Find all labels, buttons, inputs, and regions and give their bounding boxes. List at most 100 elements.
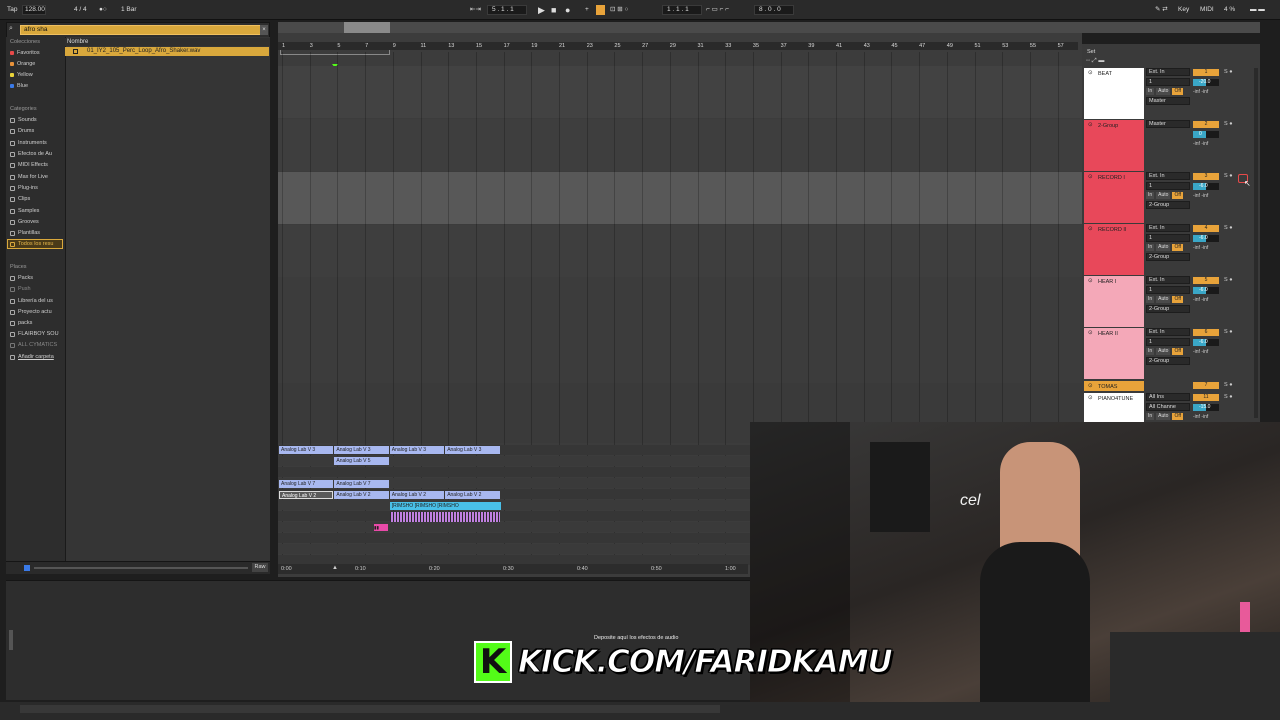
arrangement-lane-beat[interactable] [278,66,1082,118]
solo-arm-buttons[interactable]: S ● [1224,329,1233,335]
time-signature[interactable]: 4 / 4 [74,5,87,15]
loop-icons[interactable]: ⊡ ⊞ ○ [610,5,628,15]
track-fold-icon[interactable]: ⊙ [1088,330,1093,336]
arrangement-lane-hear-ii[interactable] [278,330,1082,382]
track-header[interactable]: RECORD I ⊙ [1084,172,1144,223]
track-fold-icon[interactable]: ⊙ [1088,395,1093,401]
arrangement-clip[interactable]: Analog Lab V 7 [334,480,389,488]
place-packs[interactable]: Packs [10,275,33,281]
track-activator-button[interactable]: 2 [1193,121,1219,128]
arrangement-clip[interactable]: Analog Lab V 2 [389,491,445,499]
output-select[interactable]: 2-Group [1146,305,1190,313]
monitor-auto-button[interactable]: Auto [1156,348,1171,355]
overview-bar[interactable] [278,22,1260,33]
mixer-scrollbar[interactable] [1254,68,1258,418]
raw-toggle[interactable]: Raw [252,563,268,572]
category-samples[interactable]: Samples [10,208,39,214]
track-activator-button[interactable]: 6 [1193,329,1219,336]
input-type-select[interactable]: Ext. In [1146,276,1190,284]
monitor-off-button[interactable]: Off [1172,244,1184,251]
monitor-buttons[interactable]: In Auto Off [1146,296,1190,303]
monitor-auto-button[interactable]: Auto [1156,88,1171,95]
input-type-select[interactable]: Ext. In [1146,328,1190,336]
punch-icons[interactable]: ⌐ ▭ ⌐ ⌐ [706,5,729,15]
monitor-in-button[interactable]: In [1146,88,1155,95]
output-select[interactable]: 2-Group [1146,357,1190,365]
output-select[interactable]: 2-Group [1146,201,1190,209]
arrangement-clip[interactable]: Analog Lab V 2 [445,491,500,499]
monitor-off-button[interactable]: Off [1172,348,1184,355]
solo-arm-buttons[interactable]: S ● [1224,225,1233,231]
arrangement-clip[interactable]: Analog Lab V 3 [389,446,445,454]
solo-arm-buttons[interactable]: S ● [1224,69,1233,75]
volume-slider[interactable]: -20.0 [1193,79,1219,86]
arrangement-clip[interactable]: Analog Lab V 5 [334,457,389,465]
volume-slider[interactable]: 0 [1193,131,1219,138]
rimshot-notes-clip[interactable] [390,512,500,522]
arrangement-clip[interactable]: Analog Lab V 2 [334,491,389,499]
monitor-in-button[interactable]: In [1146,348,1155,355]
input-channel-select[interactable]: 1 [1146,78,1190,86]
category-sounds[interactable]: Sounds [10,117,37,123]
track-header[interactable]: HEAR II ⊙ [1084,328,1144,379]
key-map-button[interactable]: Key [1178,5,1189,15]
solo-arm-buttons[interactable]: S ● [1224,382,1233,388]
category-templates[interactable]: Plantillas [10,230,40,236]
track-activator-button[interactable]: 1 [1193,69,1219,76]
result-row[interactable]: 01_IY2_105_Perc_Loop_Afro_Shaker.wav [65,47,269,56]
monitor-off-button[interactable]: Off [1172,296,1184,303]
tap-button[interactable]: Tap [7,5,17,15]
monitor-auto-button[interactable]: Auto [1156,244,1171,251]
time-ruler[interactable]: 0:00 0:10 0:20 0:30 0:40 0:50 1:00 [278,564,748,574]
track-header[interactable]: TOMAS ⊙ [1084,381,1144,391]
monitor-in-button[interactable]: In [1146,192,1155,199]
overdub-icon[interactable]: + [585,5,589,15]
monitor-buttons[interactable]: In Auto Off [1146,348,1190,355]
category-max-for-live[interactable]: Max for Live [10,174,48,180]
input-type-select[interactable]: Ext. In [1146,68,1190,76]
track-header[interactable]: RECORD II ⊙ [1084,224,1144,275]
collection-orange[interactable]: Orange [10,61,35,67]
input-channel-select[interactable]: 1 [1146,182,1190,190]
output-select[interactable]: Master [1146,97,1190,105]
horizontal-scrollbar[interactable] [20,705,720,713]
solo-arm-buttons[interactable]: S ● [1224,394,1233,400]
collection-favoritos[interactable]: Favoritos [10,50,40,56]
solo-arm-buttons[interactable]: S ● [1224,173,1233,179]
arrangement-clip[interactable]: Analog Lab V 3 [279,446,334,454]
volume-slider[interactable]: -15.0 [1193,404,1219,411]
input-channel-select[interactable]: 1 [1146,234,1190,242]
place-flairboy[interactable]: FLAIRBOY SOU [10,331,59,337]
midi-map-button[interactable]: MIDI [1200,5,1214,15]
output-select[interactable]: 2-Group [1146,253,1190,261]
track-activator-button[interactable]: 7 [1193,382,1219,389]
draw-mode-icon[interactable]: ✎ ⇄ [1155,5,1168,15]
place-push[interactable]: Push [10,286,31,292]
add-folder-link[interactable]: Añadir carpeta [10,354,54,360]
detail-handle[interactable] [9,630,13,650]
track-activator-button[interactable]: 3 [1193,173,1219,180]
category-instruments[interactable]: Instruments [10,140,47,146]
arrangement-clip[interactable]: [RIMSHO [RIMSHO [RIMSHO [389,502,501,510]
track-activator-button[interactable]: 11 [1193,394,1219,401]
input-type-select[interactable]: Ext. In [1146,224,1190,232]
category-midi-effects[interactable]: MIDI Effects [10,162,48,168]
arrangement-clip[interactable]: Analog Lab V 2 [279,491,334,499]
track-header[interactable]: 2-Group ⊙ [1084,120,1144,171]
monitor-off-button[interactable]: Off [1172,192,1184,199]
input-type-select[interactable]: Master [1146,120,1190,128]
automation-arm-icon[interactable] [596,5,605,15]
category-clips[interactable]: Clips [10,196,30,202]
track-fold-icon[interactable]: ⊙ [1088,122,1093,128]
input-channel-select[interactable]: All Channe [1146,403,1190,411]
monitor-auto-button[interactable]: Auto [1156,296,1171,303]
arrangement-lane-record-i[interactable] [278,172,1082,224]
volume-slider[interactable]: -6.0 [1193,183,1219,190]
monitor-auto-button[interactable]: Auto [1156,413,1171,420]
place-all-cymatics[interactable]: ALL CYMATICS [10,342,57,348]
input-channel-select[interactable]: 1 [1146,338,1190,346]
track-fold-icon[interactable]: ⊙ [1088,70,1093,76]
track-header[interactable]: BEAT ⊙ [1084,68,1144,119]
category-drums[interactable]: Drums [10,128,34,134]
track-fold-icon[interactable]: ⊙ [1088,226,1093,232]
